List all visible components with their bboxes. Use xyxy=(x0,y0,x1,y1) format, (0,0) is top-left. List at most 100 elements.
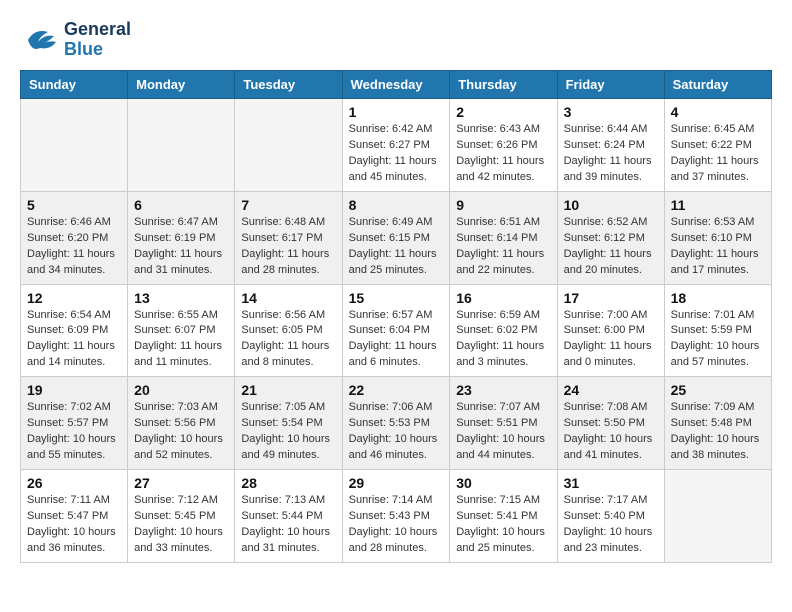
table-row xyxy=(128,99,235,192)
day-number: 16 xyxy=(456,290,550,306)
calendar-week-row: 1 Sunrise: 6:42 AMSunset: 6:27 PMDaylight… xyxy=(21,99,772,192)
day-number: 26 xyxy=(27,475,121,491)
logo-bird-icon xyxy=(20,20,60,60)
table-row: 18Sunrise: 7:01 AMSunset: 5:59 PMDayligh… xyxy=(664,284,771,377)
calendar-week-row: 12 Sunrise: 6:54 AMSunset: 6:09 PMDayligh… xyxy=(21,284,772,377)
table-row: 23 Sunrise: 7:07 AMSunset: 5:51 PMDayligh… xyxy=(450,377,557,470)
day-number: 12 xyxy=(27,290,121,306)
day-number: 20 xyxy=(134,382,228,398)
day-number: 13 xyxy=(134,290,228,306)
table-row xyxy=(21,99,128,192)
day-info: Sunrise: 7:03 AMSunset: 5:56 PMDaylight:… xyxy=(134,400,228,464)
day-info: Sunrise: 7:07 AMSunset: 5:51 PMDaylight:… xyxy=(456,400,550,464)
day-number: 2 xyxy=(456,104,550,120)
day-number: 6 xyxy=(134,197,228,213)
day-number: 29 xyxy=(349,475,444,491)
day-info: Sunrise: 6:44 AMSunset: 6:24 PMDaylight:… xyxy=(564,122,658,186)
table-row: 20 Sunrise: 7:03 AMSunset: 5:56 PMDayligh… xyxy=(128,377,235,470)
day-number: 17 xyxy=(564,290,658,306)
col-saturday: Saturday xyxy=(664,71,771,99)
day-number: 15 xyxy=(349,290,444,306)
table-row: 19Sunrise: 7:02 AMSunset: 5:57 PMDayligh… xyxy=(21,377,128,470)
page-header: General Blue xyxy=(20,20,772,60)
calendar-week-row: 19Sunrise: 7:02 AMSunset: 5:57 PMDayligh… xyxy=(21,377,772,470)
day-number: 22 xyxy=(349,382,444,398)
day-info: Sunrise: 6:51 AMSunset: 6:14 PMDaylight:… xyxy=(456,215,550,279)
table-row: 25 Sunrise: 7:09 AMSunset: 5:48 PMDayligh… xyxy=(664,377,771,470)
calendar-week-row: 26 Sunrise: 7:11 AMSunset: 5:47 PMDayligh… xyxy=(21,470,772,563)
day-number: 7 xyxy=(241,197,335,213)
day-info: Sunrise: 6:57 AMSunset: 6:04 PMDaylight:… xyxy=(349,308,444,372)
day-info: Sunrise: 7:02 AMSunset: 5:57 PMDaylight:… xyxy=(27,400,121,464)
day-number: 30 xyxy=(456,475,550,491)
table-row: 15 Sunrise: 6:57 AMSunset: 6:04 PMDayligh… xyxy=(342,284,450,377)
day-info: Sunrise: 6:42 AMSunset: 6:27 PMDaylight:… xyxy=(349,122,444,186)
day-info: Sunrise: 7:17 AMSunset: 5:40 PMDaylight:… xyxy=(564,493,658,557)
col-wednesday: Wednesday xyxy=(342,71,450,99)
table-row: 13 Sunrise: 6:55 AMSunset: 6:07 PMDayligh… xyxy=(128,284,235,377)
day-number: 23 xyxy=(456,382,550,398)
day-info: Sunrise: 7:06 AMSunset: 5:53 PMDaylight:… xyxy=(349,400,444,464)
day-number: 9 xyxy=(456,197,550,213)
col-monday: Monday xyxy=(128,71,235,99)
day-info: Sunrise: 7:14 AMSunset: 5:43 PMDaylight:… xyxy=(349,493,444,557)
table-row: 26 Sunrise: 7:11 AMSunset: 5:47 PMDayligh… xyxy=(21,470,128,563)
day-info: Sunrise: 6:46 AMSunset: 6:20 PMDaylight:… xyxy=(27,215,121,279)
calendar-table: Sunday Monday Tuesday Wednesday Thursday… xyxy=(20,70,772,563)
day-info: Sunrise: 7:09 AMSunset: 5:48 PMDaylight:… xyxy=(671,400,765,464)
table-row: 17 Sunrise: 7:00 AMSunset: 6:00 PMDayligh… xyxy=(557,284,664,377)
logo-general: General xyxy=(64,19,131,39)
table-row: 3 Sunrise: 6:44 AMSunset: 6:24 PMDaylight… xyxy=(557,99,664,192)
day-info: Sunrise: 6:45 AMSunset: 6:22 PMDaylight:… xyxy=(671,122,765,186)
day-number: 4 xyxy=(671,104,765,120)
day-info: Sunrise: 7:08 AMSunset: 5:50 PMDaylight:… xyxy=(564,400,658,464)
day-info: Sunrise: 6:53 AMSunset: 6:10 PMDaylight:… xyxy=(671,215,765,279)
day-info: Sunrise: 6:49 AMSunset: 6:15 PMDaylight:… xyxy=(349,215,444,279)
table-row: 7 Sunrise: 6:48 AMSunset: 6:17 PMDaylight… xyxy=(235,191,342,284)
table-row: 8 Sunrise: 6:49 AMSunset: 6:15 PMDaylight… xyxy=(342,191,450,284)
table-row: 12 Sunrise: 6:54 AMSunset: 6:09 PMDayligh… xyxy=(21,284,128,377)
day-number: 3 xyxy=(564,104,658,120)
day-info: Sunrise: 6:47 AMSunset: 6:19 PMDaylight:… xyxy=(134,215,228,279)
table-row xyxy=(664,470,771,563)
day-info: Sunrise: 7:13 AMSunset: 5:44 PMDaylight:… xyxy=(241,493,335,557)
day-number: 18 xyxy=(671,290,765,306)
day-info: Sunrise: 7:00 AMSunset: 6:00 PMDaylight:… xyxy=(564,308,658,372)
table-row: 16Sunrise: 6:59 AMSunset: 6:02 PMDayligh… xyxy=(450,284,557,377)
logo: General Blue xyxy=(20,20,131,60)
day-info: Sunrise: 7:12 AMSunset: 5:45 PMDaylight:… xyxy=(134,493,228,557)
day-number: 14 xyxy=(241,290,335,306)
calendar-header-row: Sunday Monday Tuesday Wednesday Thursday… xyxy=(21,71,772,99)
day-number: 28 xyxy=(241,475,335,491)
table-row: 10Sunrise: 6:52 AMSunset: 6:12 PMDayligh… xyxy=(557,191,664,284)
day-number: 5 xyxy=(27,197,121,213)
day-info: Sunrise: 6:55 AMSunset: 6:07 PMDaylight:… xyxy=(134,308,228,372)
table-row: 14Sunrise: 6:56 AMSunset: 6:05 PMDayligh… xyxy=(235,284,342,377)
day-number: 10 xyxy=(564,197,658,213)
table-row: 27Sunrise: 7:12 AMSunset: 5:45 PMDayligh… xyxy=(128,470,235,563)
table-row: 24Sunrise: 7:08 AMSunset: 5:50 PMDayligh… xyxy=(557,377,664,470)
table-row: 30 Sunrise: 7:15 AMSunset: 5:41 PMDayligh… xyxy=(450,470,557,563)
table-row xyxy=(235,99,342,192)
table-row: 2Sunrise: 6:43 AMSunset: 6:26 PMDaylight… xyxy=(450,99,557,192)
calendar-week-row: 5 Sunrise: 6:46 AMSunset: 6:20 PMDaylight… xyxy=(21,191,772,284)
table-row: 6 Sunrise: 6:47 AMSunset: 6:19 PMDaylight… xyxy=(128,191,235,284)
day-number: 25 xyxy=(671,382,765,398)
table-row: 31 Sunrise: 7:17 AMSunset: 5:40 PMDayligh… xyxy=(557,470,664,563)
table-row: 5 Sunrise: 6:46 AMSunset: 6:20 PMDaylight… xyxy=(21,191,128,284)
table-row: 29 Sunrise: 7:14 AMSunset: 5:43 PMDayligh… xyxy=(342,470,450,563)
col-thursday: Thursday xyxy=(450,71,557,99)
table-row: 4 Sunrise: 6:45 AMSunset: 6:22 PMDaylight… xyxy=(664,99,771,192)
day-info: Sunrise: 7:11 AMSunset: 5:47 PMDaylight:… xyxy=(27,493,121,557)
day-number: 31 xyxy=(564,475,658,491)
day-info: Sunrise: 6:48 AMSunset: 6:17 PMDaylight:… xyxy=(241,215,335,279)
day-number: 21 xyxy=(241,382,335,398)
day-number: 11 xyxy=(671,197,765,213)
col-sunday: Sunday xyxy=(21,71,128,99)
table-row: 28 Sunrise: 7:13 AMSunset: 5:44 PMDayligh… xyxy=(235,470,342,563)
day-number: 8 xyxy=(349,197,444,213)
table-row: 9 Sunrise: 6:51 AMSunset: 6:14 PMDaylight… xyxy=(450,191,557,284)
day-number: 1 xyxy=(349,104,444,120)
day-info: Sunrise: 6:54 AMSunset: 6:09 PMDaylight:… xyxy=(27,308,121,372)
day-info: Sunrise: 7:15 AMSunset: 5:41 PMDaylight:… xyxy=(456,493,550,557)
